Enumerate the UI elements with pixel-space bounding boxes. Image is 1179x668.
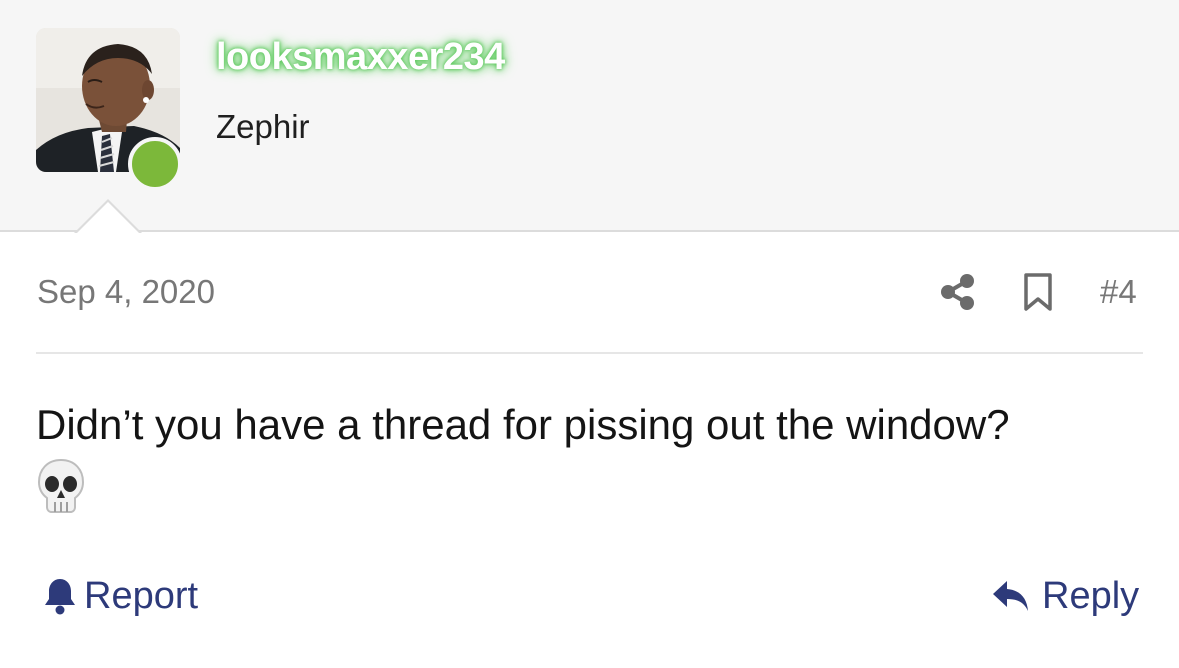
reply-label: Reply (1042, 574, 1140, 617)
post-number-link[interactable]: #4 (1100, 273, 1137, 311)
bookmark-button[interactable] (1020, 272, 1056, 312)
user-title: Zephir (216, 108, 310, 145)
bell-icon (45, 579, 75, 615)
reply-arrow-icon (993, 581, 1028, 611)
username-link[interactable]: looksmaxxer234 (216, 36, 505, 79)
post-message: Didn’t you have a thread for pissing out… (36, 398, 1143, 514)
post-author-header: looksmaxxer234 Zephir (0, 0, 1179, 234)
post-date-link[interactable]: Sep 4, 2020 (37, 273, 215, 311)
post-divider (36, 352, 1143, 354)
share-button[interactable] (938, 272, 978, 312)
post-message-text: Didn’t you have a thread for pissing out… (36, 401, 1010, 448)
bookmark-icon (1024, 273, 1052, 311)
report-button[interactable]: Report (44, 573, 198, 619)
skull-icon (37, 458, 85, 513)
share-icon (941, 274, 974, 310)
reply-button[interactable]: Reply (992, 573, 1139, 619)
online-status-indicator (128, 137, 182, 191)
report-label: Report (84, 574, 199, 617)
